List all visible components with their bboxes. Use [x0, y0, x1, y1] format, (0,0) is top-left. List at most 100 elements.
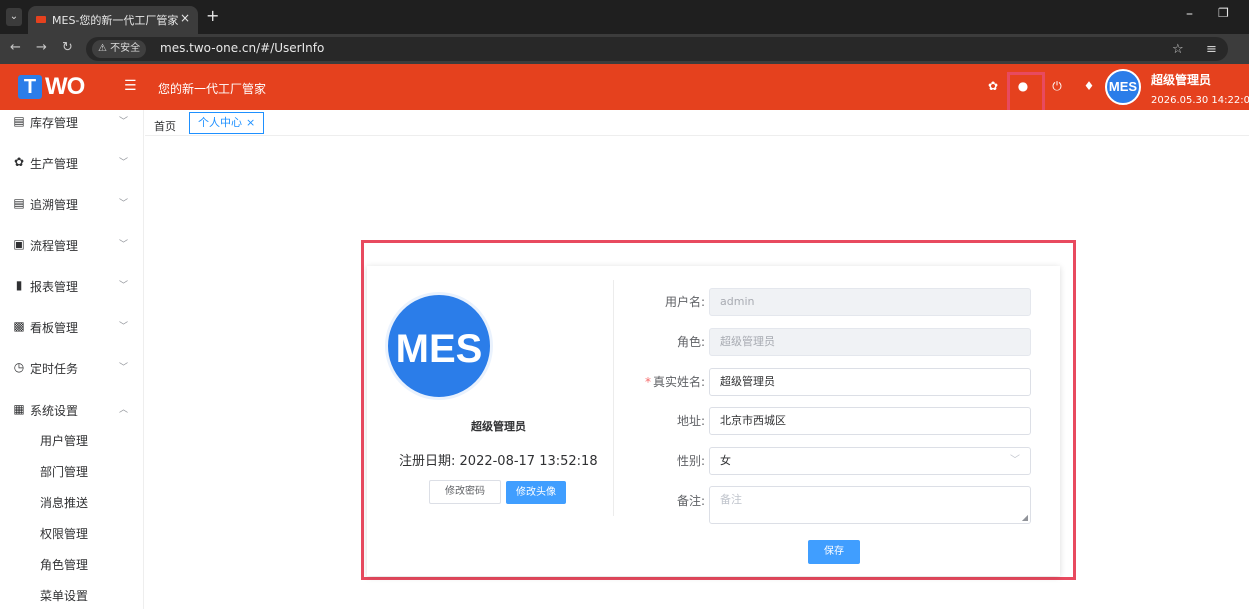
gender-value: 女	[720, 454, 731, 467]
sidebar-item-dashboard[interactable]: ▩ 看板管理 ﹀	[0, 311, 143, 343]
tab-title: MES-您的新一代工厂管家	[52, 14, 179, 27]
logo-mark: T	[18, 75, 42, 99]
profile-card: MES 超级管理员 注册日期: 2022-08-17 13:52:18 修改密码…	[367, 266, 1060, 576]
sidebar-sub-message[interactable]: 消息推送	[40, 494, 88, 511]
realname-field[interactable]: 超级管理员	[709, 368, 1031, 396]
sidebar-sub-menu[interactable]: 菜单设置	[40, 587, 88, 604]
sidebar-item-scheduled[interactable]: ◷ 定时任务 ﹀	[0, 352, 143, 384]
register-date: 注册日期: 2022-08-17 13:52:18	[399, 450, 598, 469]
sidebar-item-inventory[interactable]: ▤ 库存管理 ﹀	[0, 110, 143, 138]
restore-icon[interactable]: ❐	[1218, 6, 1229, 20]
warehouse-icon: ▤	[13, 114, 25, 128]
new-tab-button[interactable]: +	[206, 6, 219, 25]
header-datetime: 2026.05.30 14:22:01 星期	[1151, 95, 1249, 106]
sidebar-item-reports[interactable]: ▮ 报表管理 ﹀	[0, 270, 143, 302]
grid-icon: ▦	[13, 402, 25, 416]
browser-tab[interactable]: MES-您的新一代工厂管家 ×	[28, 6, 198, 34]
sidebar: ▤ 库存管理 ﹀ ✿ 生产管理 ﹀ ▤ 追溯管理 ﹀ ▣ 流程管理 ﹀ ▮ 报表…	[0, 110, 144, 609]
sidebar-item-label: 看板管理	[30, 321, 79, 335]
favicon-icon	[36, 16, 46, 23]
url-text[interactable]: mes.two-one.cn/#/UserInfo	[160, 41, 324, 55]
required-mark: *	[644, 375, 651, 389]
address-field[interactable]: 北京市西城区	[709, 407, 1031, 435]
forward-icon[interactable]: →	[36, 40, 47, 55]
register-value: 2022-08-17 13:52:18	[459, 454, 598, 469]
divider	[613, 280, 614, 516]
realname-label: * 真实姓名:	[605, 373, 705, 390]
profile-name: 超级管理员	[471, 420, 526, 433]
insecure-badge[interactable]: ⚠ 不安全	[92, 40, 147, 58]
sidebar-item-label: 库存管理	[30, 116, 79, 130]
url-field[interactable]: ⚠ 不安全 mes.two-one.cn/#/UserInfo ☆ ≡	[86, 37, 1228, 61]
bookmark-star-icon[interactable]: ☆	[1172, 42, 1184, 57]
avatar[interactable]: MES	[1105, 69, 1141, 105]
minimize-icon[interactable]: –	[1186, 6, 1193, 22]
app-title: 您的新一代工厂管家	[158, 82, 267, 96]
sidebar-sub-department[interactable]: 部门管理	[40, 463, 88, 480]
save-button[interactable]: 保存	[808, 540, 860, 564]
tag-profile[interactable]: 个人中心 ×	[189, 112, 265, 134]
close-icon[interactable]: ×	[246, 116, 255, 129]
sidebar-item-label: 流程管理	[30, 239, 79, 253]
menu-toggle-icon[interactable]: ☰	[124, 78, 137, 94]
register-label: 注册日期:	[399, 454, 456, 469]
sidebar-item-production[interactable]: ✿ 生产管理 ﹀	[0, 147, 143, 179]
resize-handle-icon[interactable]: ◢	[1022, 513, 1028, 522]
sidebar-item-trace[interactable]: ▤ 追溯管理 ﹀	[0, 188, 143, 220]
address-label: 地址:	[676, 414, 705, 428]
gender-label: 性别:	[676, 454, 705, 468]
sidebar-item-label: 追溯管理	[30, 198, 79, 212]
board-icon: ▩	[13, 319, 25, 333]
browser-tab-bar: ⌄ MES-您的新一代工厂管家 × + – ❐	[0, 0, 1249, 34]
flow-icon: ▣	[13, 237, 25, 251]
role-label: 角色:	[676, 335, 705, 349]
back-icon[interactable]: ←	[10, 40, 21, 55]
chevron-down-icon: ﹀	[119, 158, 129, 168]
username-label: 用户名:	[664, 295, 705, 309]
sidebar-item-label: 报表管理	[30, 280, 79, 294]
realname-label-text: 真实姓名:	[652, 375, 705, 389]
chevron-up-icon: ︿	[119, 405, 129, 415]
change-password-button[interactable]: 修改密码	[429, 480, 501, 504]
power-icon[interactable]: ⏻	[1050, 79, 1064, 94]
header-user-name[interactable]: 超级管理员	[1151, 71, 1211, 88]
sidebar-item-label: 生产管理	[30, 157, 79, 171]
logo: T WO	[18, 73, 85, 101]
tab-search-button[interactable]: ⌄	[6, 8, 22, 26]
chevron-down-icon: ﹀	[1010, 455, 1020, 466]
tab-close-button[interactable]: ×	[180, 11, 190, 25]
sidebar-item-flow[interactable]: ▣ 流程管理 ﹀	[0, 229, 143, 261]
change-avatar-button[interactable]: 修改头像	[506, 481, 566, 504]
browser-address-bar: ← → ↻ ⚠ 不安全 mes.two-one.cn/#/UserInfo ☆ …	[0, 34, 1249, 64]
alarm-clock-icon: ◷	[13, 360, 25, 374]
tags-view: 首页 个人中心 ×	[145, 110, 1249, 136]
bell-icon[interactable]: ♦	[1082, 79, 1096, 93]
gear-icon: ✿	[13, 155, 25, 169]
bar-chart-icon: ▮	[15, 278, 23, 292]
tag-label: 个人中心	[198, 116, 242, 129]
reading-list-icon[interactable]: ≡	[1206, 42, 1217, 57]
sidebar-item-label: 系统设置	[30, 404, 79, 418]
sidebar-sub-role[interactable]: 角色管理	[40, 556, 88, 573]
chevron-down-icon: ﹀	[119, 281, 129, 291]
app-header: T WO ☰ 您的新一代工厂管家 ✿ ● ⏻ ♦ MES 超级管理员 2026.…	[0, 64, 1249, 110]
chevron-down-icon: ﹀	[119, 117, 129, 127]
chevron-down-icon: ﹀	[119, 363, 129, 373]
chevron-down-icon: ﹀	[119, 199, 129, 209]
chevron-down-icon: ﹀	[119, 240, 129, 250]
role-field: 超级管理员	[709, 328, 1031, 356]
remark-field[interactable]: 备注 ◢	[709, 486, 1031, 524]
logo-text: WO	[45, 73, 85, 100]
reload-icon[interactable]: ↻	[62, 40, 73, 55]
sidebar-sub-user[interactable]: 用户管理	[40, 432, 88, 449]
profile-avatar[interactable]: MES	[385, 292, 493, 400]
settings-icon[interactable]: ✿	[986, 79, 1000, 93]
chevron-down-icon: ﹀	[119, 322, 129, 332]
remark-placeholder: 备注	[720, 493, 742, 506]
username-field: admin	[709, 288, 1031, 316]
document-icon: ▤	[13, 196, 25, 210]
gender-select[interactable]: 女 ﹀	[709, 447, 1031, 475]
sidebar-sub-permission[interactable]: 权限管理	[40, 525, 88, 542]
sidebar-item-system[interactable]: ▦ 系统设置 ︿	[0, 394, 143, 426]
tag-home[interactable]: 首页	[154, 118, 176, 134]
